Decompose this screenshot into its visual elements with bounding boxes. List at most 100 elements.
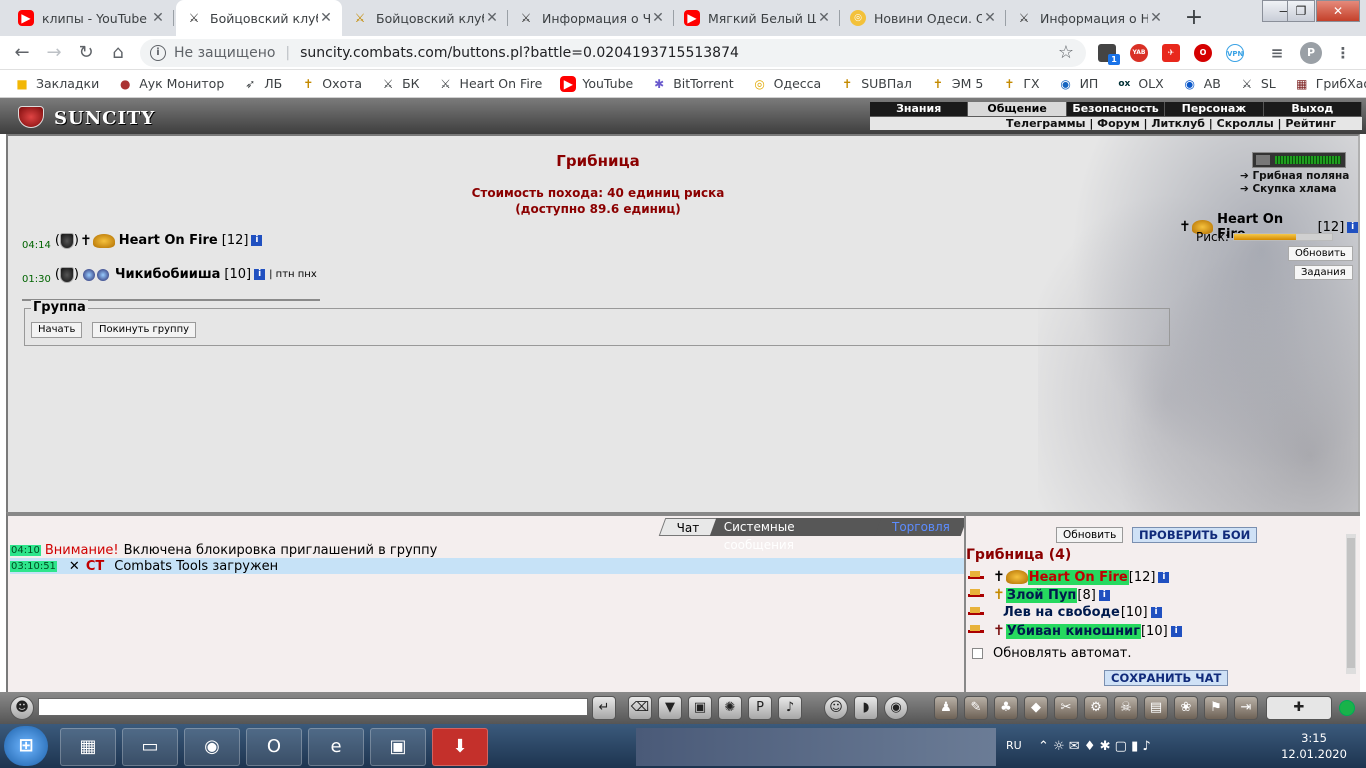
- player-name[interactable]: Чикибобииша: [115, 267, 220, 282]
- member-name[interactable]: Heart On Fire: [1027, 569, 1129, 585]
- bookmark-youtube[interactable]: ▶ YouTube: [560, 75, 633, 92]
- filter-icon[interactable]: ▼: [658, 696, 682, 720]
- player-name[interactable]: Heart On Fire: [119, 233, 218, 248]
- bookmark-gh[interactable]: ✝ ГХ: [1001, 76, 1039, 92]
- attack-icon[interactable]: [968, 606, 988, 619]
- exit-icon[interactable]: ⇥: [1234, 696, 1258, 720]
- browser-tab-1[interactable]: ⚔ Бойцовский клуб ✕: [176, 0, 342, 36]
- skill-icon-8[interactable]: ▤: [1144, 696, 1168, 720]
- skill-icon-5[interactable]: ✂: [1054, 696, 1078, 720]
- member-info-icon[interactable]: i: [1158, 571, 1170, 583]
- member-info-icon[interactable]: i: [1150, 607, 1162, 618]
- chat-mode-icon[interactable]: ☻: [10, 696, 34, 720]
- tab-system-messages[interactable]: Системные сообщения: [709, 518, 884, 552]
- fighter-icon[interactable]: ✺: [718, 696, 742, 720]
- back-button[interactable]: ←: [8, 39, 36, 67]
- refresh-members-button[interactable]: Обновить: [1056, 527, 1124, 543]
- browser-tab-2[interactable]: ⚔ Бойцовский клуб. ✕: [342, 0, 508, 36]
- close-tab-icon[interactable]: ✕: [484, 10, 500, 26]
- close-tab-icon[interactable]: ✕: [318, 10, 334, 26]
- plane-extension-icon[interactable]: ✈: [1162, 44, 1180, 62]
- opera-extension-icon[interactable]: O: [1194, 44, 1212, 62]
- sound-icon[interactable]: ♪: [778, 696, 802, 720]
- skill-icon-1[interactable]: ♟: [934, 696, 958, 720]
- browser-tab-6[interactable]: ⚔ Информация о Не ✕: [1006, 0, 1172, 36]
- link-mushroom-glade[interactable]: ➔ Грибная поляна: [1240, 170, 1349, 182]
- close-tab-icon[interactable]: ✕: [650, 10, 666, 26]
- bookmark-star-icon[interactable]: ☆: [1058, 42, 1074, 63]
- menu-exit[interactable]: Выход: [1264, 102, 1363, 116]
- member-name[interactable]: Убиван киношниг: [1005, 623, 1141, 639]
- close-tab-icon[interactable]: ✕: [150, 10, 166, 26]
- link-scrap-buyer[interactable]: ➔ Скупка хлама: [1240, 183, 1336, 195]
- maximize-window-button[interactable]: ❐: [1287, 0, 1315, 22]
- bookmark-heart-on-fire[interactable]: ⚔ Heart On Fire: [438, 76, 542, 92]
- tasks-button[interactable]: Задания: [1294, 265, 1353, 280]
- menu-communication[interactable]: Общение: [968, 102, 1067, 116]
- close-window-button[interactable]: ✕: [1316, 0, 1360, 22]
- save-icon[interactable]: ▣: [688, 696, 712, 720]
- member-name[interactable]: Злой Пуп: [1005, 587, 1078, 603]
- chrome-taskbar-icon[interactable]: ◉: [184, 728, 240, 766]
- address-bar[interactable]: i Не защищено | suncity.combats.com/butt…: [140, 39, 1086, 67]
- yab-extension-icon[interactable]: YAB: [1130, 44, 1148, 62]
- refresh-button[interactable]: Обновить: [1288, 246, 1353, 261]
- opera-taskbar-icon[interactable]: O: [246, 728, 302, 766]
- remote-desktop-taskbar-icon[interactable]: ▣: [370, 728, 426, 766]
- bookmark-grib[interactable]: ▦ГрибХаоса: [1294, 76, 1366, 92]
- chat-input[interactable]: [38, 698, 588, 716]
- download-taskbar-icon[interactable]: ⬇: [432, 728, 488, 766]
- tab-trade[interactable]: Торговля: [874, 518, 968, 536]
- auto-refresh-checkbox[interactable]: [972, 648, 983, 659]
- calculator-taskbar-icon[interactable]: ▦: [60, 728, 116, 766]
- bookmark-auk[interactable]: ● Аук Монитор: [117, 76, 224, 92]
- bookmark-olx[interactable]: ox OLX: [1116, 76, 1163, 92]
- browser-tab-0[interactable]: ▶ клипы - YouTube ✕: [8, 0, 174, 36]
- menu-knowledge[interactable]: Знания: [870, 102, 969, 116]
- bookmark-lb[interactable]: ➶ ЛБ: [242, 76, 282, 92]
- scrollbar-thumb[interactable]: [1347, 538, 1355, 668]
- smile-icon[interactable]: ☺: [824, 696, 848, 720]
- skill-icon-6[interactable]: ⚙: [1084, 696, 1108, 720]
- player-info-icon[interactable]: i: [251, 235, 263, 246]
- close-icon[interactable]: ✕: [69, 559, 80, 574]
- site-info-icon[interactable]: i: [150, 45, 166, 61]
- browser-tab-3[interactable]: ⚔ Информация о Чи ✕: [508, 0, 674, 36]
- browser-tab-5[interactable]: ◎ Новини Одеси. Ос ✕: [840, 0, 1006, 36]
- attack-icon[interactable]: [968, 625, 988, 637]
- skill-icon-3[interactable]: ♣: [994, 696, 1018, 720]
- eraser-icon[interactable]: ⌫: [628, 696, 652, 720]
- browser-tab-4[interactable]: ▶ Мягкий Белый Шу ✕: [674, 0, 840, 36]
- menu-character[interactable]: Персонаж: [1165, 102, 1264, 116]
- bookmark-ip[interactable]: ◉ ИП: [1058, 76, 1098, 92]
- home-button[interactable]: ⌂: [104, 39, 132, 67]
- members-scrollbar[interactable]: [1346, 534, 1356, 674]
- attack-icon[interactable]: [968, 571, 988, 583]
- tab-chat[interactable]: Чат: [658, 518, 718, 536]
- bookmark-sl[interactable]: ⚔ SL: [1239, 76, 1275, 92]
- reload-button[interactable]: ↻: [72, 39, 100, 67]
- member-info-icon[interactable]: i: [1170, 625, 1182, 637]
- bookmark-folder[interactable]: ■ Закладки: [14, 76, 99, 92]
- leave-group-button[interactable]: Покинуть группу: [92, 322, 197, 338]
- bookmark-em5[interactable]: ✝ ЭМ 5: [930, 76, 983, 92]
- reading-list-icon[interactable]: ≡: [1268, 44, 1286, 62]
- bookmark-bk[interactable]: ⚔ БК: [380, 76, 420, 92]
- close-tab-icon[interactable]: ✕: [816, 10, 832, 26]
- send-icon[interactable]: ↵: [592, 696, 616, 720]
- skill-icon-7[interactable]: ☠: [1114, 696, 1138, 720]
- bookmark-subpal[interactable]: ✝ SUBПал: [839, 76, 912, 92]
- helmet-icon[interactable]: ◗: [854, 696, 878, 720]
- bookmark-hunt[interactable]: ✝ Охота: [300, 76, 362, 92]
- url-text[interactable]: suncity.combats.com/buttons.pl?battle=0.…: [300, 45, 739, 61]
- menu-security[interactable]: Безопасность: [1067, 102, 1166, 116]
- language-indicator[interactable]: RU: [1006, 739, 1022, 752]
- puzzle-icon[interactable]: ✚: [1266, 696, 1332, 720]
- system-clock[interactable]: 3:15 12.01.2020: [1268, 730, 1360, 762]
- new-tab-button[interactable]: +: [1180, 4, 1208, 32]
- member-info-icon[interactable]: i: [1098, 589, 1110, 601]
- record-icon[interactable]: ◉: [884, 696, 908, 720]
- skill-icon-9[interactable]: ❀: [1174, 696, 1198, 720]
- member-name[interactable]: Лев на свободе: [1002, 605, 1121, 620]
- menu-dots-icon[interactable]: ⋮: [1334, 44, 1352, 62]
